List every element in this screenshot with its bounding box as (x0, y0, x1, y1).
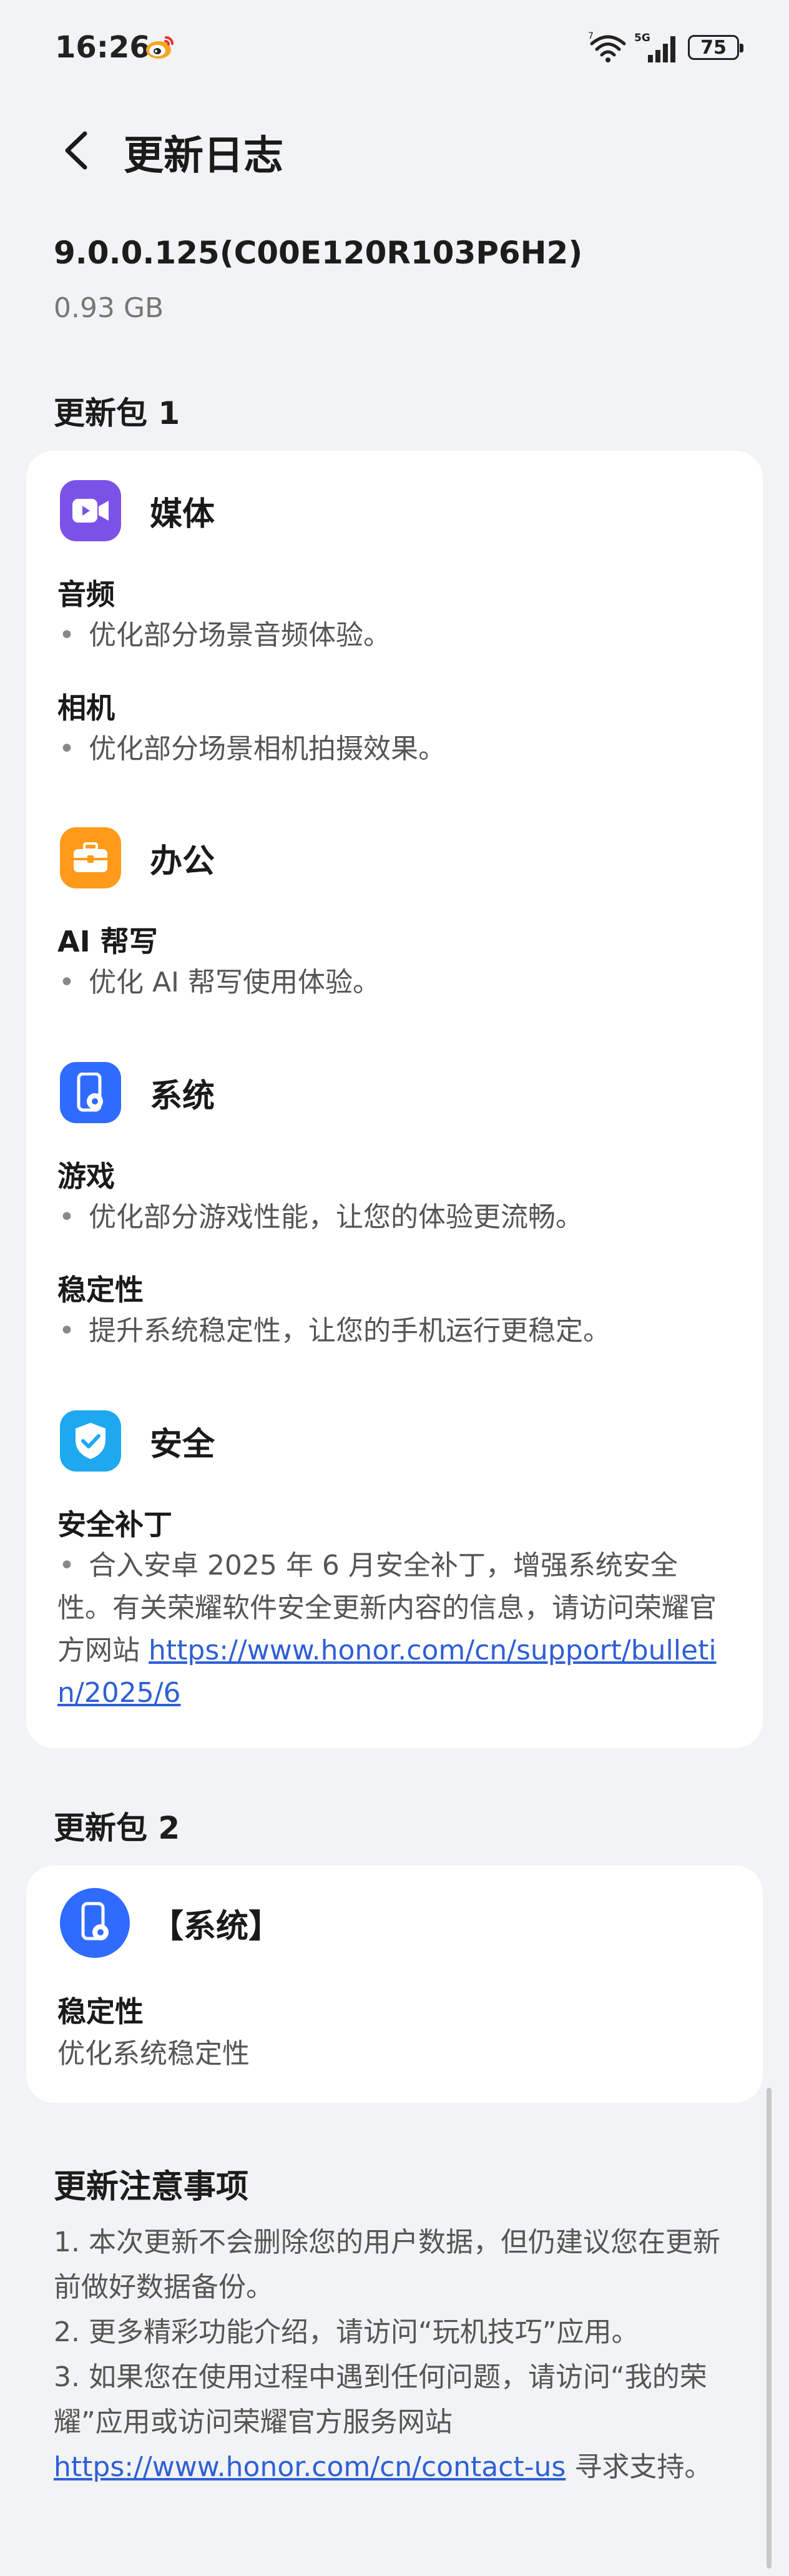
package-2-card: 【系统】 稳定性 优化系统稳定性 (26, 1866, 763, 2103)
category-media: 媒体 (60, 479, 215, 542)
category-system: 【系统】 (60, 1888, 282, 1958)
back-arrow-icon[interactable] (60, 130, 97, 171)
contact-link[interactable]: https://www.honor.com/cn/contact-us (54, 2451, 566, 2483)
video-camera-icon (60, 480, 121, 541)
item-head-game: 游戏 (57, 1159, 115, 1193)
notes-text: 1. 本次更新不会删除您的用户数据，但仍建议您在更新前做好数据备份。 2. 更多… (54, 2220, 747, 2490)
shield-check-icon (60, 1410, 121, 1472)
security-bulletin-link[interactable]: https://www.honor.com/cn/support/bulleti… (57, 1635, 717, 1709)
status-icons: 7 5G 75 (588, 29, 743, 66)
category-label: 【系统】 (151, 1907, 282, 1945)
category-label: 安全 (150, 1425, 215, 1463)
network-label: 5G (634, 32, 650, 44)
category-security: 安全 (60, 1410, 215, 1472)
briefcase-icon (60, 827, 121, 888)
status-bar: 16:26 7 5G 75 (0, 0, 789, 100)
package-size: 0.93 GB (54, 292, 164, 324)
item-text-ai-writing: • 优化 AI 帮写使用体验。 (59, 966, 381, 998)
item-text-audio: • 优化部分场景音频体验。 (59, 619, 391, 651)
category-label: 办公 (150, 842, 215, 880)
item-text-security-patch: • 合入安卓 2025 年 6 月安全补丁，增强系统安全性。有关荣耀软件安全更新内… (57, 1550, 717, 1709)
app-header: 更新日志 (0, 112, 789, 187)
category-system: 系统 (60, 1061, 215, 1124)
item-head-ai-writing: AI 帮写 (57, 925, 158, 958)
status-time: 16:26 (55, 30, 150, 65)
weibo-icon (146, 36, 174, 59)
package-2-title: 更新包 2 (54, 1810, 180, 1846)
item-text-game: • 优化部分游戏性能，让您的体验更流畅。 (59, 1201, 583, 1233)
signal-icon: 5G (634, 32, 675, 62)
wifi-label: 7 (588, 31, 594, 41)
item-text-stability: 优化系统稳定性 (57, 2038, 250, 2070)
note-3: 3. 如果您在使用过程中遇到任何问题，请访问“我的荣耀”应用或访问荣耀官方服务网… (54, 2361, 712, 2483)
category-label: 媒体 (150, 495, 215, 533)
battery-indicator: 75 (688, 35, 743, 60)
item-text-stability: • 提升系统稳定性，让您的手机运行更稳定。 (59, 1315, 610, 1347)
item-text-camera: • 优化部分场景相机拍摄效果。 (59, 733, 446, 765)
note-2: 2. 更多精彩功能介绍，请访问“玩机技巧”应用。 (54, 2316, 639, 2348)
notes-title: 更新注意事项 (54, 2168, 249, 2206)
page-title: 更新日志 (124, 133, 283, 179)
phone-settings-icon (60, 1062, 121, 1123)
scrollbar[interactable] (767, 2088, 772, 2569)
item-head-audio: 音频 (57, 578, 115, 611)
item-head-security-patch: 安全补丁 (57, 1508, 172, 1541)
version-name: 9.0.0.125(C00E120R103P6H2) (54, 235, 583, 271)
item-head-stability: 稳定性 (57, 1273, 144, 1307)
note-1: 1. 本次更新不会删除您的用户数据，但仍建议您在更新前做好数据备份。 (54, 2226, 720, 2303)
wifi-icon: 7 (588, 31, 626, 62)
item-head-stability: 稳定性 (57, 1995, 144, 2028)
phone-settings-icon (60, 1888, 130, 1958)
item-head-camera: 相机 (57, 691, 115, 725)
package-1-card: 媒体 音频 • 优化部分场景音频体验。 相机 • 优化部分场景相机拍摄效果。 办公 … (26, 451, 763, 1748)
category-label: 系统 (150, 1077, 215, 1115)
category-office: 办公 (60, 827, 215, 889)
package-1-title: 更新包 1 (54, 395, 180, 431)
